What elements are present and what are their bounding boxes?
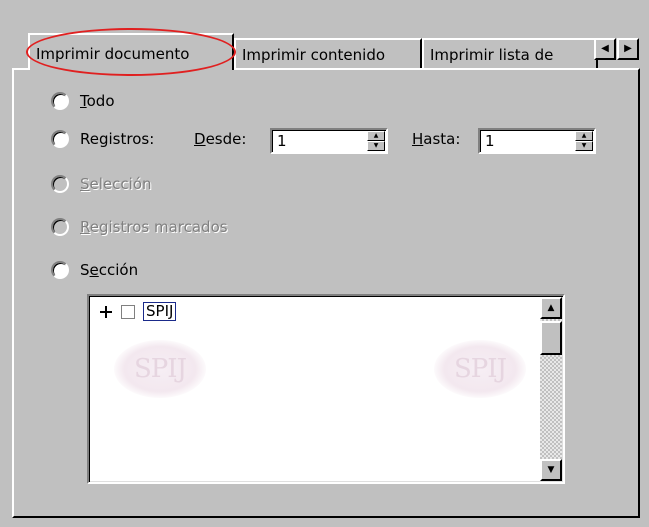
spin-down-icon[interactable]: ▼: [367, 141, 385, 151]
tree-checkbox[interactable]: [121, 304, 135, 319]
tree-node-label[interactable]: SPIJ: [143, 302, 177, 321]
scroll-up-icon[interactable]: ▲: [540, 297, 562, 319]
arrow-right-icon[interactable]: ▶: [617, 38, 639, 60]
radio-button[interactable]: [51, 92, 69, 110]
spin-down-icon[interactable]: ▼: [575, 141, 593, 151]
spij-watermark-logo: SPIJ: [114, 340, 206, 398]
radio-seleccion: Selección: [51, 171, 152, 197]
radio-label-registros-marcados: Registros marcados: [80, 218, 228, 236]
arrow-left-icon[interactable]: ◀: [594, 38, 616, 60]
hasta-label: Hasta:: [412, 130, 461, 148]
radio-label-seccion: Sección: [80, 261, 139, 279]
desde-stepper[interactable]: 1 ▲ ▼: [270, 128, 388, 154]
section-tree[interactable]: SPIJ SPIJ SPIJ ▲ ▼: [87, 294, 565, 484]
radio-button: [51, 218, 69, 236]
hasta-value[interactable]: 1: [485, 132, 495, 150]
print-dialog: Imprimir documento Imprimir contenido Im…: [0, 0, 649, 527]
tree-node-spij[interactable]: SPIJ: [99, 302, 177, 321]
desde-value[interactable]: 1: [277, 132, 287, 150]
radio-label-todo: Todo: [80, 92, 115, 110]
vertical-scrollbar[interactable]: ▲ ▼: [540, 297, 562, 481]
tab-label: Imprimir contenido: [242, 46, 386, 64]
radio-button[interactable]: [51, 130, 69, 148]
scroll-down-icon[interactable]: ▼: [540, 459, 562, 481]
hasta-spin-buttons: ▲ ▼: [575, 131, 593, 151]
radio-button[interactable]: [51, 261, 69, 279]
radio-todo[interactable]: Todo: [51, 88, 115, 114]
radio-button: [51, 175, 69, 193]
tab-scroll-buttons: ◀ ▶: [594, 38, 640, 62]
tab-label: Imprimir documento: [36, 45, 190, 63]
desde-spin-buttons: ▲ ▼: [367, 131, 385, 151]
radio-registros[interactable]: Registros:: [51, 126, 154, 152]
tab-imprimir-contenido[interactable]: Imprimir contenido: [234, 38, 422, 68]
radio-label-seleccion: Selección: [80, 175, 152, 193]
radio-registros-marcados: Registros marcados: [51, 214, 228, 240]
radio-seccion[interactable]: Sección: [51, 257, 138, 283]
tab-label: Imprimir lista de: [430, 46, 554, 64]
desde-label: Desde:: [194, 130, 247, 148]
expand-plus-icon[interactable]: [99, 305, 113, 319]
spin-up-icon[interactable]: ▲: [575, 131, 593, 141]
scrollbar-thumb[interactable]: [540, 321, 562, 355]
spin-up-icon[interactable]: ▲: [367, 131, 385, 141]
spij-watermark-logo: SPIJ: [434, 340, 526, 398]
radio-label-registros: Registros:: [80, 130, 155, 148]
tab-imprimir-documento[interactable]: Imprimir documento: [28, 33, 234, 70]
tab-imprimir-lista[interactable]: Imprimir lista de: [422, 38, 598, 68]
hasta-stepper[interactable]: 1 ▲ ▼: [478, 128, 596, 154]
